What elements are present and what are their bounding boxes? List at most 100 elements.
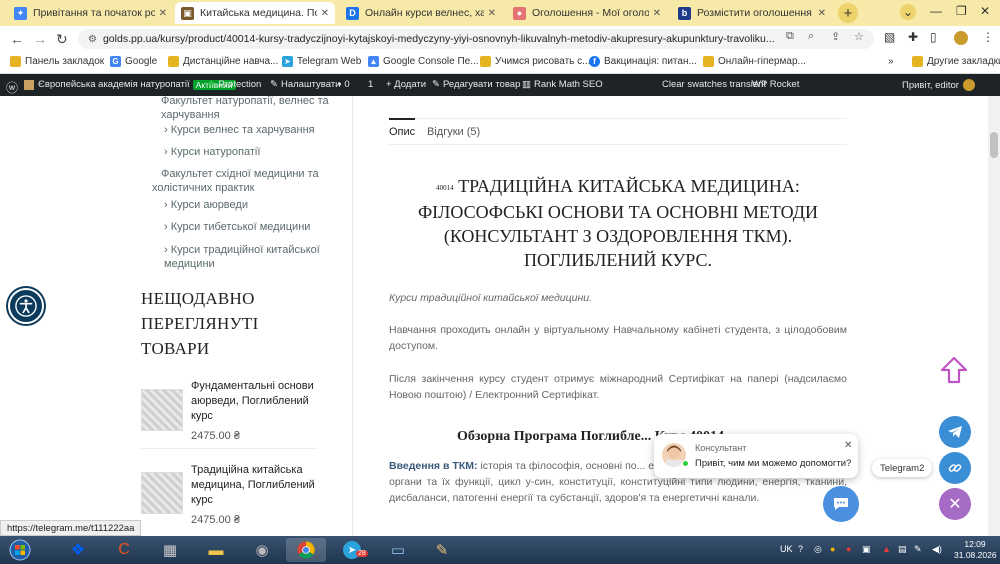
sidepanel-icon[interactable]: ▯ [930, 30, 937, 44]
menu-icon[interactable]: ⋮ [982, 30, 994, 44]
reload-icon[interactable]: ↻ [56, 31, 68, 48]
close-icon[interactable]: ✕ [321, 8, 329, 19]
browser-tab[interactable]: ● Оголошення - Мої оголошен ✕ [507, 2, 667, 24]
close-icon[interactable]: ✕ [488, 8, 496, 19]
tab-search-icon[interactable]: ⌄ [900, 4, 916, 20]
browser-tab[interactable]: b Розмістити оголошення безк ✕ [672, 2, 832, 24]
address-bar[interactable]: ⚙ golds.pp.ua/kursy/product/40014-kursy-… [78, 29, 874, 49]
volume-icon[interactable]: ◀) [932, 544, 942, 555]
wp-clear-swatches[interactable]: Clear swatches transient [662, 79, 766, 90]
chrome-tray-icon[interactable]: ● [830, 544, 835, 554]
taskbar-telegram[interactable]: ➤ 28 [332, 538, 372, 562]
bookmark-item[interactable]: ➤ Telegram Web [282, 56, 361, 67]
bookmark-star-icon[interactable]: ☆ [854, 30, 864, 43]
tray-icon[interactable]: ◎ [814, 544, 822, 555]
translate-icon[interactable]: ⧉ [786, 30, 794, 43]
wp-edit-product[interactable]: ✎ Редагувати товар [432, 79, 520, 90]
pen-tray-icon[interactable]: ✎ [914, 544, 922, 555]
zoom-icon[interactable]: ⌕ [808, 30, 814, 43]
share-icon[interactable]: ⇪ [831, 30, 840, 43]
product-link[interactable]: Традиційна китайська медицина, Поглиблен… [191, 463, 321, 508]
taskbar-paint[interactable]: ✎ [422, 538, 462, 562]
bookmark-item[interactable]: Дистанційне навча... [168, 56, 278, 67]
profile-avatar[interactable] [954, 31, 968, 45]
bookmark-item[interactable]: f Вакцинація: питан... [589, 56, 697, 67]
site-info-icon[interactable]: ⚙ [88, 34, 97, 45]
sidebar-link-ayurveda[interactable]: › Курси аюрведи [164, 198, 248, 212]
tray-icon[interactable]: ▲ [882, 544, 891, 554]
greeting-label: Привіт, editor [902, 79, 959, 91]
product-link[interactable]: Фундаментальні основи аюрведи, Поглиблен… [191, 379, 321, 424]
help-icon[interactable]: ? [798, 544, 803, 554]
wp-add-new[interactable]: + Додати [386, 79, 426, 90]
product-thumbnail[interactable] [141, 389, 183, 431]
bookmark-item[interactable]: ▲ Google Console Пе... [368, 56, 479, 67]
tab-strip: ✦ Привітання та початок розмо ✕ ▣ Китайс… [0, 0, 1000, 26]
wp-customize[interactable]: ✎ Налаштувати [270, 79, 340, 90]
taskbar-chrome[interactable] [286, 538, 326, 562]
wp-protection[interactable]: ❖ Protection [207, 79, 261, 90]
start-button[interactable] [2, 538, 38, 562]
browser-tab-active[interactable]: ▣ Китайська медицина. Поглибле ✕ [175, 2, 335, 24]
telegram-button[interactable] [939, 416, 971, 448]
window-close-icon[interactable]: ✕ [980, 4, 990, 18]
close-icon[interactable]: ✕ [818, 8, 826, 19]
taskbar-dropbox[interactable]: ❖ [58, 538, 98, 562]
accessibility-button[interactable] [8, 288, 44, 324]
bookmark-item[interactable]: Учимся рисовать с... [480, 56, 590, 67]
chat-popup[interactable]: Консультант Привіт, чим ми можемо допомо… [654, 434, 858, 478]
browser-tab[interactable]: ✦ Привітання та початок розмо ✕ [8, 2, 173, 24]
bookmarks-overflow[interactable]: » [888, 56, 894, 67]
antivirus-tray-icon[interactable]: ● [846, 544, 851, 554]
forward-icon[interactable]: → [33, 31, 47, 47]
wp-rankmath[interactable]: ▥ Rank Math SEO [522, 79, 603, 90]
taskbar-media[interactable]: ◉ [242, 538, 282, 562]
tab-reviews[interactable]: Відгуки (5) [427, 126, 480, 138]
taskbar-explorer[interactable]: ▬ [196, 538, 236, 562]
close-widget-button[interactable]: ✕ [939, 488, 971, 520]
wordpress-icon[interactable]: ⓦ [6, 79, 18, 96]
new-tab-button[interactable]: + [838, 3, 858, 23]
wp-updates[interactable]: 1 [368, 79, 373, 90]
sidebar-link-wellness-courses[interactable]: › Курси велнес та харчування [164, 123, 315, 137]
puzzle-icon[interactable]: ✚ [908, 30, 918, 44]
tab-description[interactable]: Опис [389, 118, 416, 138]
taskbar-ccleaner[interactable]: C [104, 538, 144, 562]
sidebar-link-tcm[interactable]: › Курси традиційної китайської медицини [164, 243, 324, 271]
system-clock[interactable]: 12:09 31.08.2026 [954, 539, 997, 561]
bookmark-item[interactable]: G Google [110, 56, 157, 67]
scrollbar-thumb[interactable] [990, 132, 998, 158]
network-icon[interactable]: ▤ [898, 544, 907, 555]
language-indicator[interactable]: UK [780, 544, 793, 554]
back-icon[interactable]: ← [10, 31, 24, 47]
close-icon[interactable]: ✕ [844, 440, 852, 451]
wp-site-link[interactable]: Європейська академія натуропатії Активний [24, 79, 236, 90]
bookmark-item[interactable]: Панель закладок [10, 56, 104, 67]
taskbar-calculator[interactable]: ▦ [150, 538, 190, 562]
chat-open-button[interactable] [823, 486, 859, 522]
sidebar-category-eastern[interactable]: Факультет східної медицини та холістични… [152, 167, 332, 195]
tray-icon[interactable]: ▣ [862, 544, 871, 555]
browser-tab[interactable]: D Онлайн курси велнес, харчу ✕ [340, 2, 502, 24]
google-icon: G [110, 56, 121, 67]
sidebar-link-tibetan[interactable]: › Курси тибетської медицини [164, 220, 310, 234]
maximize-icon[interactable]: ❐ [956, 4, 967, 18]
minimize-icon[interactable]: — [930, 4, 942, 18]
scroll-top-button[interactable] [938, 354, 970, 386]
page-scrollbar[interactable] [988, 96, 1000, 536]
taskbar-window[interactable]: ▭ [378, 538, 418, 562]
other-bookmarks[interactable]: Другие закладки [912, 56, 1000, 67]
wp-account[interactable]: Привіт, editor [902, 79, 975, 91]
bookmark-item[interactable]: Онлайн-гіпермар... [703, 56, 806, 67]
sidebar-link-naturopathy[interactable]: › Курси натуропатії [164, 145, 260, 159]
wp-rocket[interactable]: WP Rocket [752, 79, 799, 90]
divider [141, 448, 317, 449]
close-icon[interactable]: ✕ [159, 8, 167, 19]
extension-icon[interactable]: ▧ [884, 30, 895, 44]
category-link[interactable]: Курси традиційної китайської медицини. [389, 292, 592, 304]
link-button[interactable] [939, 452, 971, 484]
sidebar-category-wellness[interactable]: Факультет натуропатії, велнес та харчува… [161, 96, 341, 122]
product-thumbnail[interactable] [141, 472, 183, 514]
close-icon[interactable]: ✕ [653, 8, 661, 19]
wp-comments[interactable]: ▪ 0 [338, 79, 350, 90]
